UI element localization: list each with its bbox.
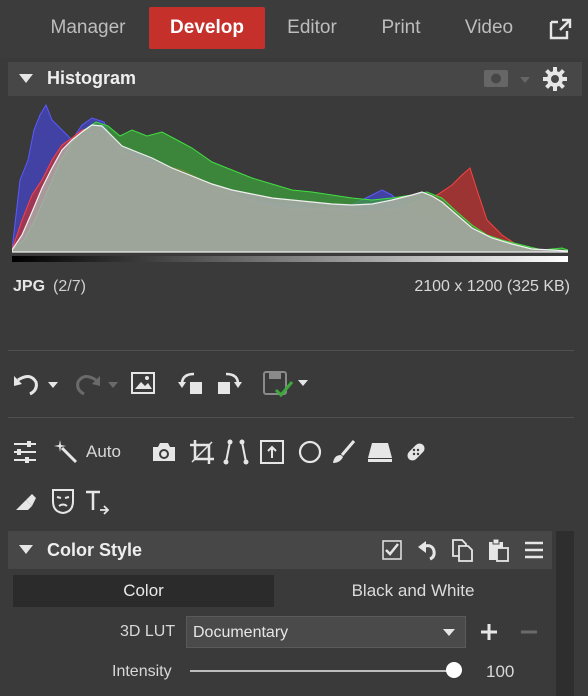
menu-icon[interactable] (524, 540, 544, 560)
copy-settings-icon[interactable] (450, 538, 474, 562)
intensity-label: Intensity (112, 663, 172, 680)
enable-checkbox-icon[interactable] (382, 540, 402, 560)
image-dimensions: 2100 x 1200 (325 KB) (414, 278, 570, 295)
divider (8, 350, 574, 351)
tab-video[interactable]: Video (455, 7, 523, 49)
color-style-header[interactable]: Color Style (8, 531, 552, 569)
image-preview-icon[interactable] (130, 371, 156, 395)
face-mask-icon[interactable] (50, 487, 76, 515)
perspective-icon[interactable] (222, 438, 250, 466)
intensity-value[interactable]: 100 (486, 662, 514, 682)
ellipse-mask-icon[interactable] (296, 438, 324, 466)
tab-editor[interactable]: Editor (274, 7, 350, 49)
lut-select[interactable]: Documentary (186, 616, 466, 648)
undo-dropdown-icon[interactable] (12, 370, 62, 398)
brush-icon[interactable] (330, 438, 358, 466)
chevron-down-icon (443, 629, 455, 636)
collapse-triangle-icon[interactable] (19, 545, 33, 554)
module-tab-bar: Manager Develop Editor Print Video (0, 0, 588, 58)
tab-print[interactable]: Print (370, 7, 432, 49)
tab-develop[interactable]: Develop (149, 7, 265, 49)
add-lut-icon[interactable] (480, 623, 498, 641)
paste-settings-icon[interactable] (486, 538, 510, 562)
auto-button[interactable]: Auto (86, 442, 121, 462)
rotate-left-icon[interactable] (178, 368, 208, 398)
text-tool-icon[interactable] (84, 488, 112, 516)
gradient-filter-icon[interactable] (366, 440, 394, 464)
histogram-title: Histogram (47, 68, 137, 88)
file-position: (2/7) (53, 278, 86, 295)
intensity-slider-track[interactable] (190, 670, 456, 672)
eraser-icon[interactable] (12, 488, 38, 514)
divider (8, 417, 574, 418)
tonal-gradient-bar (12, 256, 568, 262)
magic-wand-icon[interactable] (52, 438, 80, 466)
histogram-header[interactable]: Histogram (8, 62, 582, 96)
redo-dropdown-icon[interactable] (72, 370, 122, 398)
collapse-triangle-icon[interactable] (19, 74, 33, 83)
camera-icon[interactable] (151, 440, 177, 464)
external-window-icon[interactable] (548, 16, 574, 42)
adjustments-sliders-icon[interactable] (12, 440, 38, 464)
lut-select-value: Documentary (193, 624, 289, 641)
crop-icon[interactable] (188, 438, 216, 466)
intensity-slider-handle[interactable] (446, 662, 462, 678)
panel-scrollbar[interactable] (556, 531, 574, 696)
color-style-title: Color Style (47, 540, 143, 560)
remove-lut-icon[interactable] (520, 623, 538, 641)
bandage-heal-icon[interactable] (402, 438, 430, 466)
histogram-graph (12, 103, 568, 262)
file-info: JPG (2/7) (13, 278, 86, 296)
resize-icon[interactable] (258, 438, 286, 466)
rotate-right-icon[interactable] (212, 368, 242, 398)
lut-label: 3D LUT (120, 623, 176, 640)
gear-icon[interactable] (542, 66, 568, 92)
file-type: JPG (13, 278, 46, 295)
camera-dropdown-icon[interactable] (484, 68, 530, 90)
reset-icon[interactable] (416, 539, 438, 561)
mode-black-white-button[interactable]: Black and White (282, 575, 544, 607)
mode-color-button[interactable]: Color (13, 575, 274, 607)
tab-manager[interactable]: Manager (38, 7, 138, 49)
save-dropdown-icon[interactable] (262, 368, 312, 400)
